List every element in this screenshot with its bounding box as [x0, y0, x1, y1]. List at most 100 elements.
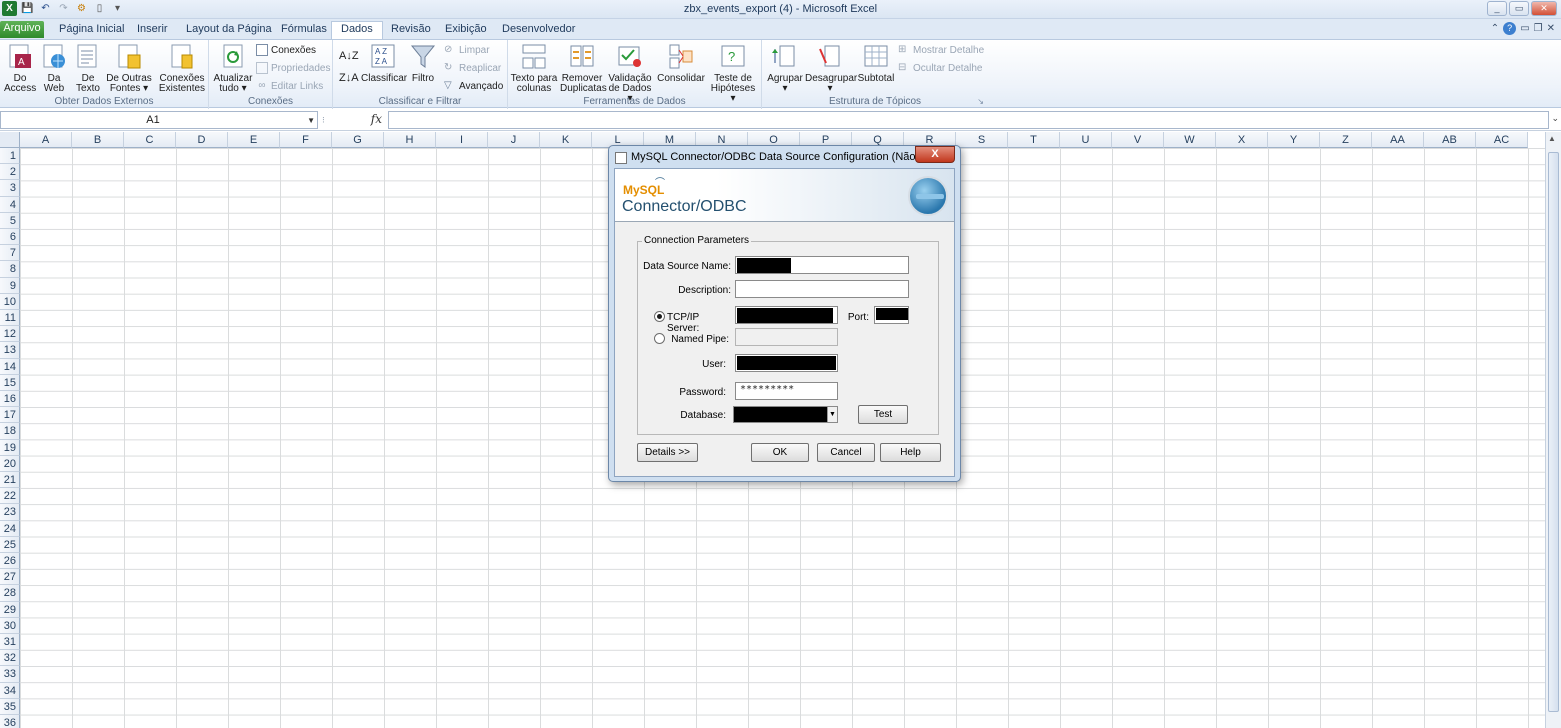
- row-header[interactable]: 35: [0, 698, 20, 715]
- tab-view[interactable]: Exibição: [445, 22, 487, 39]
- scroll-up-icon[interactable]: ▲: [1548, 134, 1556, 143]
- named-pipe-input[interactable]: [735, 328, 838, 346]
- row-header[interactable]: 12: [0, 326, 20, 343]
- tab-developer[interactable]: Desenvolvedor: [502, 22, 575, 39]
- sort-az-button[interactable]: A↓Z: [339, 50, 359, 62]
- filter-button[interactable]: Filtro: [408, 43, 438, 84]
- database-select[interactable]: ▼: [733, 406, 838, 423]
- column-header[interactable]: U: [1060, 132, 1112, 148]
- column-header[interactable]: AA: [1372, 132, 1424, 148]
- from-access-button[interactable]: A Do Access: [4, 43, 36, 94]
- edit-links-button[interactable]: ∞ Editar Links: [256, 80, 323, 92]
- resize-handle-icon[interactable]: ⁝: [322, 115, 330, 125]
- row-header[interactable]: 16: [0, 391, 20, 408]
- column-header[interactable]: W: [1164, 132, 1216, 148]
- column-header[interactable]: S: [956, 132, 1008, 148]
- row-header[interactable]: 4: [0, 196, 20, 213]
- maximize-button[interactable]: ▭: [1509, 1, 1529, 16]
- database-dropdown-icon[interactable]: ▼: [827, 407, 837, 422]
- row-header[interactable]: 24: [0, 520, 20, 537]
- connections-button[interactable]: Conexões: [256, 44, 316, 56]
- column-header[interactable]: E: [228, 132, 280, 148]
- group-button[interactable]: Agrupar ▾: [765, 43, 805, 94]
- column-header[interactable]: Z: [1320, 132, 1372, 148]
- tab-home[interactable]: Página Inicial: [59, 22, 124, 39]
- row-header[interactable]: 7: [0, 245, 20, 262]
- from-text-button[interactable]: De Texto: [72, 43, 104, 94]
- dialog-close-button[interactable]: X: [915, 146, 955, 163]
- row-header[interactable]: 19: [0, 439, 20, 456]
- description-input[interactable]: [735, 280, 909, 298]
- what-if-analysis-button[interactable]: ? Teste de Hipóteses ▾: [707, 43, 759, 104]
- workbook-minimize-icon[interactable]: ▭: [1520, 23, 1529, 34]
- column-header[interactable]: X: [1216, 132, 1268, 148]
- workbook-close-icon[interactable]: ✕: [1547, 23, 1555, 34]
- from-other-sources-button[interactable]: De Outras Fontes ▾: [106, 43, 152, 94]
- name-box-dropdown-icon[interactable]: ▼: [307, 116, 315, 125]
- formula-input[interactable]: [388, 111, 1549, 129]
- sort-button[interactable]: A ZZ A Classificar: [361, 43, 407, 84]
- scrollbar-thumb[interactable]: [1548, 152, 1559, 712]
- user-input[interactable]: [735, 354, 838, 372]
- row-header[interactable]: 5: [0, 212, 20, 229]
- row-header[interactable]: 22: [0, 488, 20, 505]
- row-header[interactable]: 26: [0, 553, 20, 570]
- row-header[interactable]: 2: [0, 164, 20, 181]
- row-header[interactable]: 11: [0, 310, 20, 327]
- from-web-button[interactable]: Da Web: [39, 43, 69, 94]
- expand-formula-bar-icon[interactable]: ⌄: [1551, 113, 1559, 124]
- named-pipe-radio[interactable]: [654, 333, 665, 344]
- close-button[interactable]: ✕: [1531, 1, 1557, 16]
- insert-function-icon[interactable]: fx: [371, 112, 382, 126]
- column-header[interactable]: J: [488, 132, 540, 148]
- select-all-corner[interactable]: [0, 132, 20, 148]
- clear-button[interactable]: ⊘ Limpar: [444, 44, 490, 56]
- row-header[interactable]: 1: [0, 148, 20, 165]
- ok-button[interactable]: OK: [751, 443, 809, 462]
- row-header[interactable]: 36: [0, 715, 20, 728]
- row-header[interactable]: 8: [0, 261, 20, 278]
- row-header[interactable]: 27: [0, 569, 20, 586]
- reapply-button[interactable]: ↻ Reaplicar: [444, 62, 501, 74]
- row-header[interactable]: 14: [0, 358, 20, 375]
- column-header[interactable]: K: [540, 132, 592, 148]
- column-header[interactable]: G: [332, 132, 384, 148]
- ungroup-button[interactable]: Desagrupar ▾: [805, 43, 857, 94]
- advanced-button[interactable]: ▽ Avançado: [444, 80, 503, 92]
- tab-formulas[interactable]: Fórmulas: [281, 22, 327, 39]
- row-header[interactable]: 10: [0, 293, 20, 310]
- existing-connections-button[interactable]: Conexões Existentes: [158, 43, 206, 94]
- row-header[interactable]: 15: [0, 374, 20, 391]
- row-header[interactable]: 23: [0, 504, 20, 521]
- tab-insert[interactable]: Inserir: [137, 22, 168, 39]
- row-header[interactable]: 20: [0, 455, 20, 472]
- properties-button[interactable]: Propriedades: [256, 62, 330, 74]
- data-validation-button[interactable]: Validação de Dados ▾: [606, 43, 654, 104]
- column-header[interactable]: C: [124, 132, 176, 148]
- sort-za-button[interactable]: Z↓A: [339, 72, 359, 84]
- row-header[interactable]: 28: [0, 585, 20, 602]
- column-header[interactable]: I: [436, 132, 488, 148]
- row-header[interactable]: 9: [0, 277, 20, 294]
- column-header[interactable]: D: [176, 132, 228, 148]
- row-header[interactable]: 32: [0, 650, 20, 667]
- help-button[interactable]: Help: [880, 443, 941, 462]
- details-button[interactable]: Details >>: [637, 443, 698, 462]
- row-header[interactable]: 25: [0, 536, 20, 553]
- tab-page-layout[interactable]: Layout da Página: [186, 22, 272, 39]
- vertical-scrollbar[interactable]: ▲: [1545, 132, 1561, 728]
- text-to-columns-button[interactable]: Texto para colunas: [510, 43, 558, 94]
- column-header[interactable]: A: [20, 132, 72, 148]
- row-header[interactable]: 34: [0, 682, 20, 699]
- help-icon[interactable]: ?: [1503, 22, 1517, 35]
- column-header[interactable]: Y: [1268, 132, 1320, 148]
- dialog-launcher-icon[interactable]: ↘: [977, 97, 984, 106]
- row-header[interactable]: 6: [0, 229, 20, 246]
- port-input[interactable]: [874, 306, 909, 324]
- workbook-restore-icon[interactable]: ❐: [1534, 23, 1543, 34]
- row-header[interactable]: 21: [0, 472, 20, 489]
- hide-detail-button[interactable]: ⊟ Ocultar Detalhe: [898, 62, 982, 74]
- column-header[interactable]: H: [384, 132, 436, 148]
- row-header[interactable]: 18: [0, 423, 20, 440]
- tab-review[interactable]: Revisão: [391, 22, 431, 39]
